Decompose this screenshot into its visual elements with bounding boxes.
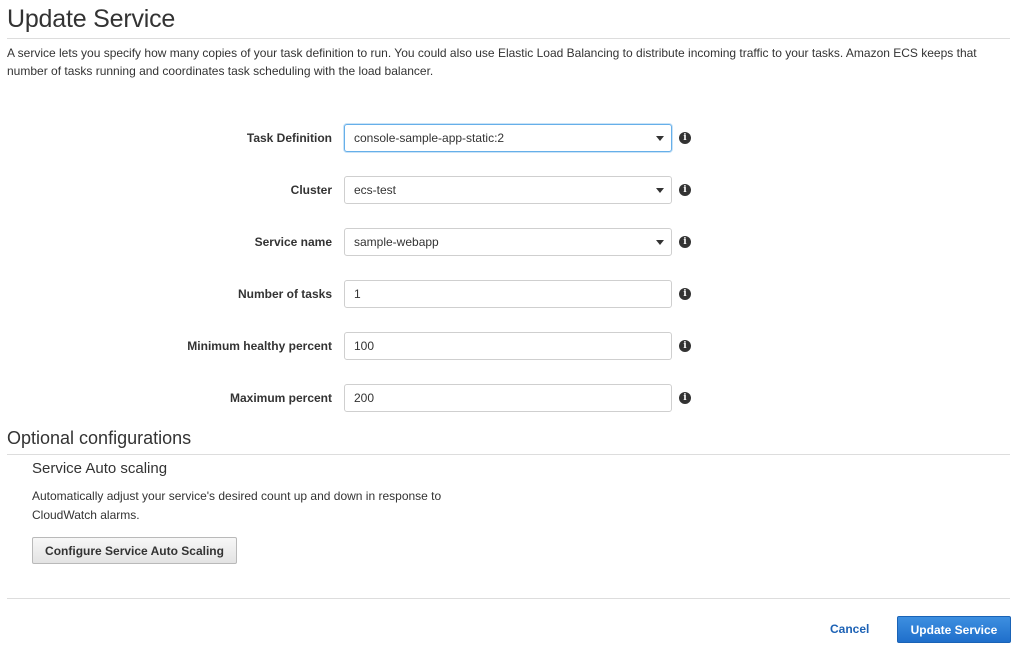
chevron-down-icon	[656, 240, 664, 245]
page-description: A service lets you specify how many copi…	[7, 46, 977, 78]
service-auto-scaling-title: Service Auto scaling	[32, 460, 168, 477]
info-icon[interactable]: i	[679, 288, 691, 300]
maximum-percent-row: Maximum percent i	[0, 384, 1024, 412]
service-name-select[interactable]: sample-webapp	[344, 228, 672, 256]
service-name-row: Service name sample-webapp i	[0, 228, 1024, 256]
info-icon[interactable]: i	[679, 132, 691, 144]
minimum-healthy-percent-label: Minimum healthy percent	[187, 339, 332, 353]
task-definition-select[interactable]: console-sample-app-static:2	[344, 124, 672, 152]
configure-auto-scaling-button[interactable]: Configure Service Auto Scaling	[32, 537, 237, 564]
update-service-button[interactable]: Update Service	[897, 616, 1011, 643]
info-icon[interactable]: i	[679, 184, 691, 196]
number-of-tasks-row: Number of tasks i	[0, 280, 1024, 308]
cancel-link[interactable]: Cancel	[830, 622, 869, 636]
cluster-label: Cluster	[290, 183, 332, 197]
service-name-label: Service name	[254, 235, 332, 249]
maximum-percent-input[interactable]	[344, 384, 672, 412]
chevron-down-icon	[656, 188, 664, 193]
cluster-row: Cluster ecs-test i	[0, 176, 1024, 204]
service-auto-scaling-description: Automatically adjust your service's desi…	[32, 489, 442, 522]
number-of-tasks-input[interactable]	[344, 280, 672, 308]
service-name-value: sample-webapp	[354, 235, 439, 249]
footer-divider	[7, 598, 1010, 599]
optional-configurations-title: Optional configurations	[7, 428, 192, 448]
task-definition-value: console-sample-app-static:2	[354, 131, 505, 145]
task-definition-row: Task Definition console-sample-app-stati…	[0, 124, 1024, 152]
optional-configurations-divider	[7, 454, 1010, 455]
cluster-value: ecs-test	[354, 183, 397, 197]
cluster-select[interactable]: ecs-test	[344, 176, 672, 204]
info-icon[interactable]: i	[679, 392, 691, 404]
info-icon[interactable]: i	[679, 236, 691, 248]
title-divider	[7, 38, 1010, 39]
maximum-percent-label: Maximum percent	[229, 391, 332, 405]
number-of-tasks-label: Number of tasks	[237, 287, 332, 301]
minimum-healthy-percent-input[interactable]	[344, 332, 672, 360]
task-definition-label: Task Definition	[246, 131, 332, 145]
page-title: Update Service	[7, 5, 176, 33]
info-icon[interactable]: i	[679, 340, 691, 352]
chevron-down-icon	[656, 136, 664, 141]
minimum-healthy-percent-row: Minimum healthy percent i	[0, 332, 1024, 360]
